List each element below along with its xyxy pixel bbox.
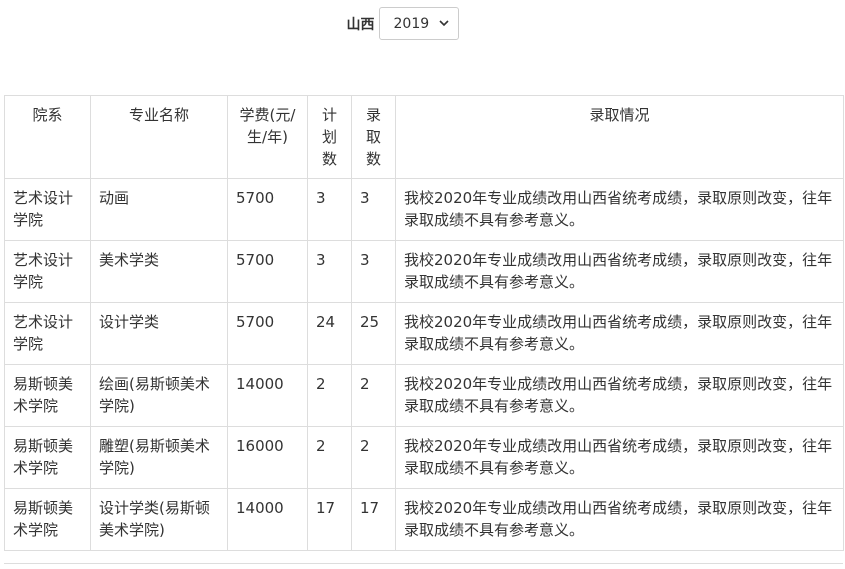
table-header-row: 院系 专业名称 学费(元/生/年) 计划数 录取数 录取情况 <box>4 95 844 179</box>
admission-table: 院系 专业名称 学费(元/生/年) 计划数 录取数 录取情况 艺术设计学院 动画… <box>4 95 844 551</box>
cell-tuition: 5700 <box>227 302 308 365</box>
cell-tuition: 14000 <box>227 364 308 427</box>
cell-department: 易斯顿美术学院 <box>4 364 91 427</box>
cell-admission-status: 我校2020年专业成绩改用山西省统考成绩，录取原则改变，往年录取成绩不具有参考意… <box>395 426 844 489</box>
cell-major: 美术学类 <box>90 240 228 303</box>
cell-plan-count: 2 <box>307 426 352 489</box>
cell-plan-count: 3 <box>307 178 352 241</box>
cell-major: 绘画(易斯顿美术学院) <box>90 364 228 427</box>
cell-tuition: 5700 <box>227 178 308 241</box>
chevron-down-icon <box>438 20 449 27</box>
cell-department: 艺术设计学院 <box>4 240 91 303</box>
cell-plan-count: 2 <box>307 364 352 427</box>
header-admission-status: 录取情况 <box>395 95 844 179</box>
year-select[interactable]: 2019 <box>378 7 459 40</box>
province-label: 山西 <box>346 16 375 33</box>
table-row: 艺术设计学院 动画 5700 3 3 我校2020年专业成绩改用山西省统考成绩，… <box>4 178 844 241</box>
cell-tuition: 5700 <box>227 240 308 303</box>
cell-department: 艺术设计学院 <box>4 302 91 365</box>
cell-admit-count: 3 <box>351 178 396 241</box>
cell-tuition: 16000 <box>227 426 308 489</box>
header-department: 院系 <box>4 95 91 179</box>
year-select-value: 2019 <box>393 15 430 32</box>
cell-plan-count: 17 <box>307 488 352 551</box>
cell-admit-count: 17 <box>351 488 396 551</box>
cell-admit-count: 2 <box>351 364 396 427</box>
cell-admission-status: 我校2020年专业成绩改用山西省统考成绩，录取原则改变，往年录取成绩不具有参考意… <box>395 488 844 551</box>
cell-admission-status: 我校2020年专业成绩改用山西省统考成绩，录取原则改变，往年录取成绩不具有参考意… <box>395 240 844 303</box>
header-plan-count: 计划数 <box>307 95 352 179</box>
filter-bar: 山西 2019 <box>0 7 845 40</box>
cell-admit-count: 2 <box>351 426 396 489</box>
header-tuition: 学费(元/生/年) <box>227 95 308 179</box>
cell-admit-count: 25 <box>351 302 396 365</box>
cell-admit-count: 3 <box>351 240 396 303</box>
divider <box>4 563 843 564</box>
cell-major: 设计学类(易斯顿美术学院) <box>90 488 228 551</box>
cell-department: 易斯顿美术学院 <box>4 426 91 489</box>
table-row: 易斯顿美术学院 绘画(易斯顿美术学院) 14000 2 2 我校2020年专业成… <box>4 364 844 427</box>
cell-major: 雕塑(易斯顿美术学院) <box>90 426 228 489</box>
cell-department: 易斯顿美术学院 <box>4 488 91 551</box>
header-major: 专业名称 <box>90 95 228 179</box>
cell-plan-count: 3 <box>307 240 352 303</box>
cell-tuition: 14000 <box>227 488 308 551</box>
cell-major: 动画 <box>90 178 228 241</box>
table-row: 艺术设计学院 美术学类 5700 3 3 我校2020年专业成绩改用山西省统考成… <box>4 240 844 303</box>
cell-admission-status: 我校2020年专业成绩改用山西省统考成绩，录取原则改变，往年录取成绩不具有参考意… <box>395 178 844 241</box>
cell-plan-count: 24 <box>307 302 352 365</box>
table-row: 艺术设计学院 设计学类 5700 24 25 我校2020年专业成绩改用山西省统… <box>4 302 844 365</box>
header-admit-count: 录取数 <box>351 95 396 179</box>
table-row: 易斯顿美术学院 雕塑(易斯顿美术学院) 16000 2 2 我校2020年专业成… <box>4 426 844 489</box>
cell-admission-status: 我校2020年专业成绩改用山西省统考成绩，录取原则改变，往年录取成绩不具有参考意… <box>395 364 844 427</box>
cell-department: 艺术设计学院 <box>4 178 91 241</box>
table-row: 易斯顿美术学院 设计学类(易斯顿美术学院) 14000 17 17 我校2020… <box>4 488 844 551</box>
cell-major: 设计学类 <box>90 302 228 365</box>
cell-admission-status: 我校2020年专业成绩改用山西省统考成绩，录取原则改变，往年录取成绩不具有参考意… <box>395 302 844 365</box>
